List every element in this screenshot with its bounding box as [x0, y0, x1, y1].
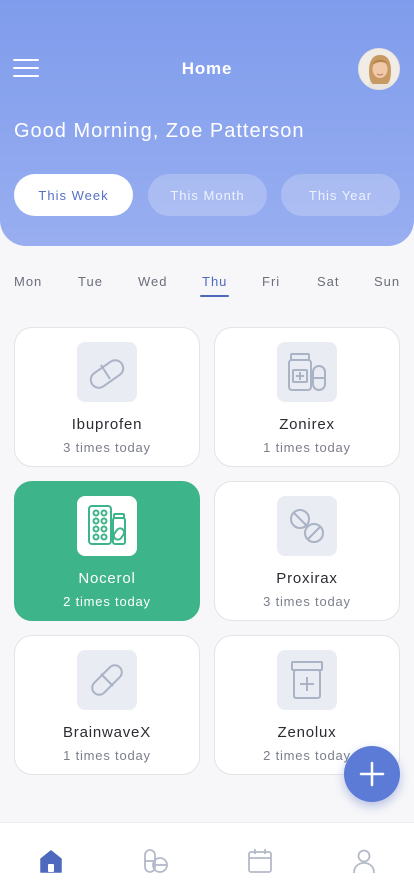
day-mon[interactable]: Mon: [14, 274, 42, 289]
pills-icon: [144, 849, 168, 873]
medication-frequency: 1 times today: [63, 748, 151, 763]
medication-frequency: 2 times today: [63, 594, 151, 609]
day-sun[interactable]: Sun: [374, 274, 400, 289]
pill-bottle-icon: [277, 342, 337, 402]
medication-name: Nocerol: [78, 570, 136, 587]
nav-calendar[interactable]: [246, 847, 274, 875]
medication-name: Zonirex: [279, 416, 335, 433]
capsule-icon: [77, 342, 137, 402]
medication-frequency: 1 times today: [263, 440, 351, 455]
medication-name: Proxirax: [276, 570, 338, 587]
medication-frequency: 3 times today: [263, 594, 351, 609]
day-tue[interactable]: Tue: [78, 274, 103, 289]
home-icon: [40, 850, 62, 873]
bottom-navigation: [0, 822, 414, 896]
tab-this-year[interactable]: This Year: [281, 174, 400, 216]
plus-icon: [359, 761, 385, 787]
header: Home Good Morning, Zoe Patterson This We…: [0, 0, 414, 246]
medication-card-brainwavex[interactable]: BrainwaveX 1 times today: [14, 635, 200, 775]
medication-name: Ibuprofen: [71, 416, 143, 433]
add-medication-button[interactable]: [344, 746, 400, 802]
medication-card-zonirex[interactable]: Zonirex 1 times today: [214, 327, 400, 467]
day-thu[interactable]: Thu: [202, 274, 227, 289]
day-sat[interactable]: Sat: [317, 274, 340, 289]
medication-name: Zenolux: [277, 724, 337, 741]
pill-icon: [77, 650, 137, 710]
day-wed[interactable]: Wed: [138, 274, 168, 289]
avatar[interactable]: [358, 48, 400, 90]
profile-icon: [353, 849, 375, 874]
greeting-text: Good Morning, Zoe Patterson: [14, 120, 305, 142]
nav-home[interactable]: [37, 847, 65, 875]
medicine-box-icon: [277, 650, 337, 710]
nav-medications[interactable]: [141, 847, 169, 875]
medication-card-ibuprofen[interactable]: Ibuprofen 3 times today: [14, 327, 200, 467]
nav-profile[interactable]: [350, 847, 378, 875]
tab-this-month[interactable]: This Month: [148, 174, 267, 216]
blister-pack-icon: [77, 496, 137, 556]
medication-card-proxirax[interactable]: Proxirax 3 times today: [214, 481, 400, 621]
page-title: Home: [181, 59, 233, 78]
medication-name: BrainwaveX: [62, 724, 152, 741]
day-fri[interactable]: Fri: [262, 274, 280, 289]
tablets-icon: [277, 496, 337, 556]
selected-day-indicator: [200, 295, 229, 297]
medication-frequency: 3 times today: [63, 440, 151, 455]
tab-this-week[interactable]: This Week: [14, 174, 133, 216]
calendar-icon: [248, 849, 272, 873]
medication-card-nocerol[interactable]: Nocerol 2 times today: [14, 481, 200, 621]
